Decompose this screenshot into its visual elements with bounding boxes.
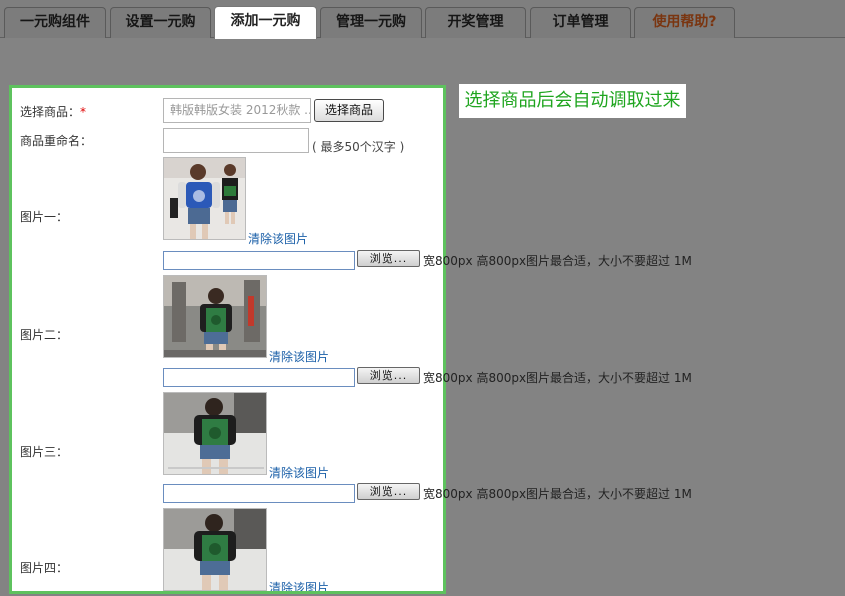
- image-2-label: 图片二：: [20, 328, 69, 342]
- rename-input[interactable]: [163, 128, 309, 153]
- image-3-label: 图片三：: [20, 445, 69, 459]
- image-1-browse-button[interactable]: 浏览...: [357, 250, 420, 267]
- select-product-label: 选择商品：*: [20, 105, 87, 119]
- image-3-file-input[interactable]: [163, 484, 355, 503]
- image-2-browse-button[interactable]: 浏览...: [357, 367, 420, 384]
- image-3-clear-link[interactable]: 清除该图片: [269, 464, 329, 481]
- image-4-thumbnail: [163, 508, 267, 591]
- image-1-label: 图片一：: [20, 210, 69, 224]
- tab-settings[interactable]: 设置一元购: [110, 7, 211, 38]
- image-3-size-note: 宽800px 高800px图片最合适，大小不要超过 1M: [423, 487, 692, 501]
- tab-bar: 一元购组件 设置一元购 添加一元购 管理一元购 开奖管理 订单管理 使用帮助?: [0, 0, 845, 39]
- select-product-button[interactable]: 选择商品: [314, 99, 384, 122]
- tab-orders[interactable]: 订单管理: [530, 7, 631, 38]
- rename-label: 商品重命名：: [20, 134, 93, 148]
- tab-add[interactable]: 添加一元购: [214, 6, 317, 39]
- rename-hint: ( 最多50个汉字 ): [312, 140, 405, 154]
- add-product-form: 选择商品：* 韩版韩版女装 2012秋款 ... 选择商品 商品重命名： ( 最…: [9, 85, 446, 594]
- image-1-size-note: 宽800px 高800px图片最合适，大小不要超过 1M: [423, 254, 692, 268]
- tab-help[interactable]: 使用帮助?: [634, 7, 735, 38]
- tab-yiyuangou-module[interactable]: 一元购组件: [4, 7, 106, 38]
- required-mark: *: [80, 105, 87, 119]
- image-4-label: 图片四：: [20, 561, 69, 575]
- image-2-thumbnail: [163, 275, 267, 358]
- image-3-browse-button[interactable]: 浏览...: [357, 483, 420, 500]
- image-2-size-note: 宽800px 高800px图片最合适，大小不要超过 1M: [423, 371, 692, 385]
- auto-fill-tip: 选择商品后会自动调取过来: [459, 84, 686, 118]
- image-2-clear-link[interactable]: 清除该图片: [269, 348, 329, 365]
- image-3-thumbnail: [163, 392, 267, 475]
- image-1-clear-link[interactable]: 清除该图片: [248, 230, 308, 247]
- tab-manage[interactable]: 管理一元购: [320, 7, 422, 38]
- image-4-clear-link[interactable]: 清除该图片: [269, 579, 329, 591]
- image-1-file-input[interactable]: [163, 251, 355, 270]
- image-1-thumbnail: [163, 157, 246, 240]
- tab-draw-management[interactable]: 开奖管理: [425, 7, 526, 38]
- image-2-file-input[interactable]: [163, 368, 355, 387]
- select-product-input[interactable]: 韩版韩版女装 2012秋款 ...: [163, 98, 311, 123]
